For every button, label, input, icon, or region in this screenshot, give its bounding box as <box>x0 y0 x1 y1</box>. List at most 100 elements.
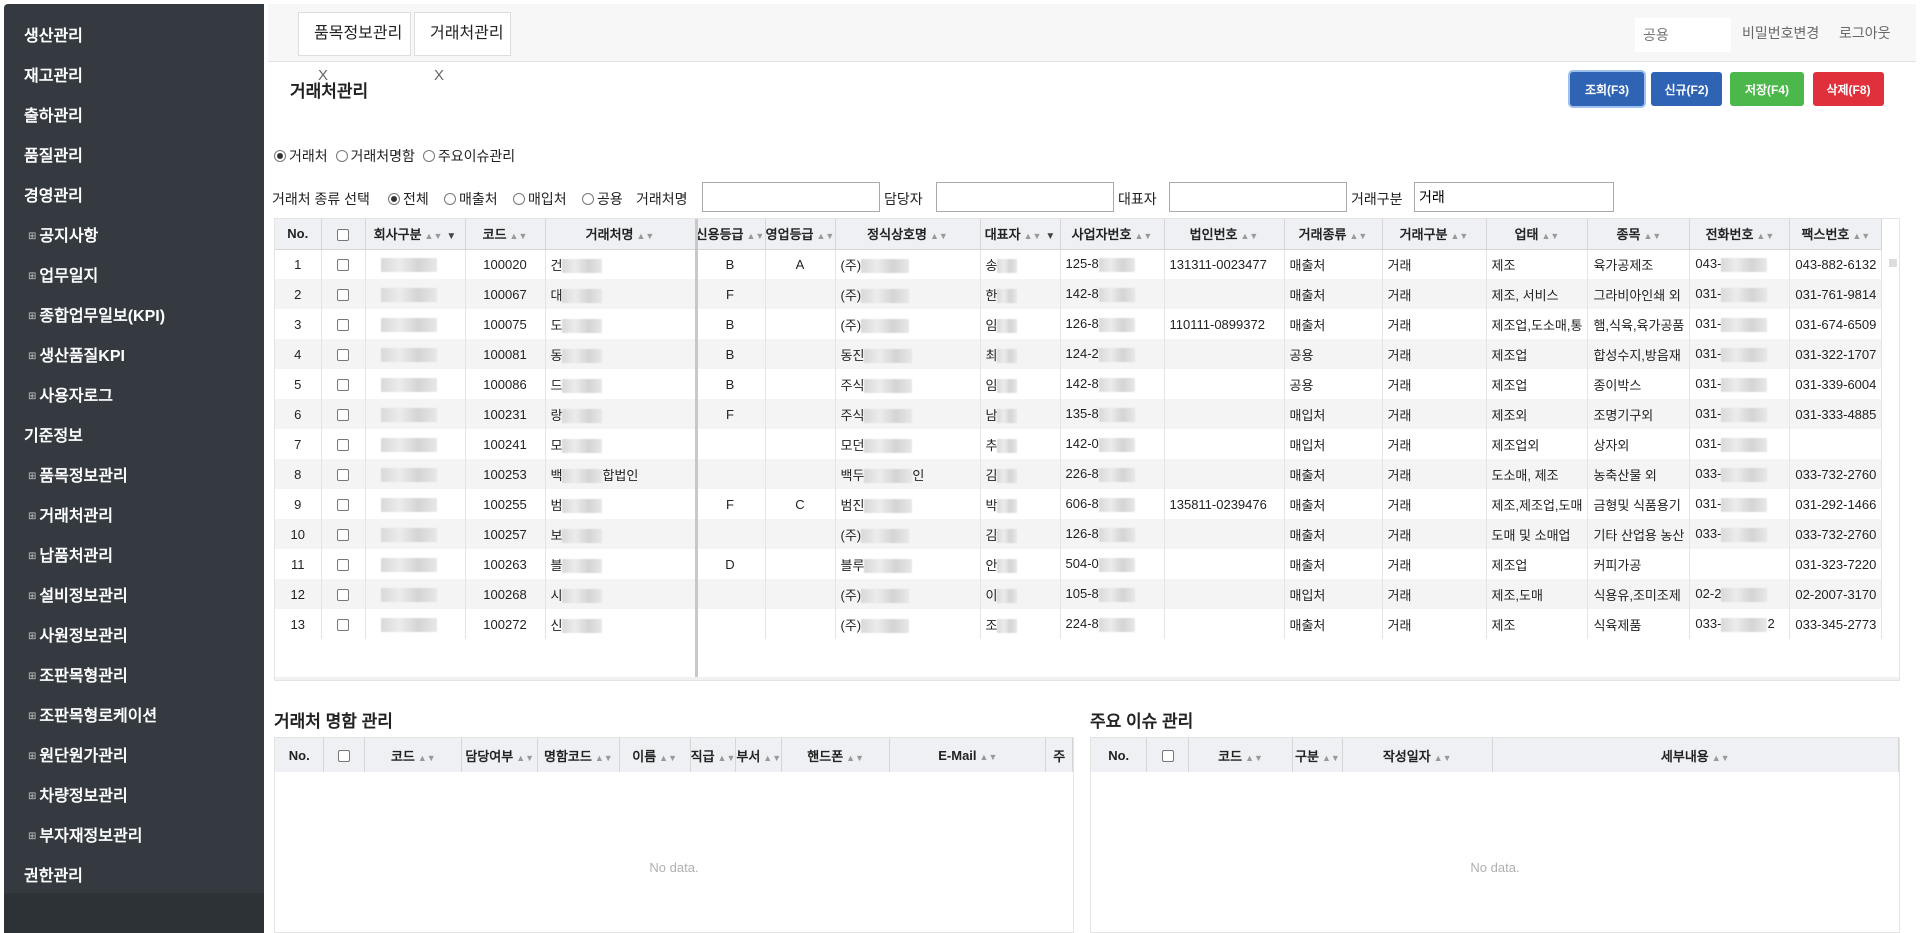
horizontal-scrollbar[interactable] <box>275 677 1899 680</box>
sort-icon[interactable]: ▲▼ <box>1024 231 1042 241</box>
grid-column-header[interactable] <box>1146 738 1190 772</box>
table-row[interactable]: 6 100231 랑 F 주식 남 135-8 매입처 거래 제조외 조명기구외 031- 031-33… <box>275 399 1883 429</box>
sidebar-item[interactable]: 사원정보관리 <box>4 618 264 658</box>
grid-column-header[interactable]: 종목 ▲▼ <box>1587 219 1691 250</box>
sidebar-item[interactable]: 거래처관리 <box>4 498 264 538</box>
type-radio-purchase[interactable]: 매입처 <box>513 189 567 209</box>
grid-column-header[interactable]: 전화번호 ▲▼ <box>1689 219 1791 250</box>
sort-icon[interactable]: ▲▼ <box>1350 231 1368 241</box>
sidebar-item[interactable]: 생산관리 <box>4 18 264 58</box>
frozen-column-divider[interactable] <box>695 219 698 680</box>
row-checkbox[interactable] <box>337 439 349 452</box>
row-checkbox[interactable] <box>337 499 349 512</box>
sidebar-item[interactable]: 출하관리 <box>4 98 264 138</box>
new-button[interactable]: 신규(F2) <box>1651 72 1722 106</box>
grid-column-header[interactable]: 팩스번호 ▲▼ <box>1789 219 1883 250</box>
grid-column-header[interactable]: 명함코드 ▲▼ <box>537 738 620 772</box>
sidebar-item[interactable]: 공지사항 <box>4 218 264 258</box>
tab-item-info[interactable]: 품목정보관리X <box>298 12 411 84</box>
save-button[interactable]: 저장(F4) <box>1730 72 1804 106</box>
sidebar-item[interactable]: 품질관리 <box>4 138 264 178</box>
row-checkbox[interactable] <box>337 319 349 332</box>
row-checkbox[interactable] <box>337 349 349 362</box>
grid-column-header[interactable]: 거래종류 ▲▼ <box>1284 219 1383 250</box>
row-checkbox[interactable] <box>337 289 349 302</box>
grid-column-header[interactable]: 세부내용 ▲▼ <box>1492 738 1899 772</box>
grid-column-header[interactable]: 작성일자 ▲▼ <box>1342 738 1493 772</box>
grid-column-header[interactable]: 담당여부 ▲▼ <box>461 738 539 772</box>
grid-column-header[interactable]: 구분 ▲▼ <box>1292 738 1343 772</box>
sidebar-item[interactable]: 생산품질KPI <box>4 338 264 378</box>
sidebar-item[interactable]: 권한관리 <box>4 858 264 898</box>
tab-close-icon[interactable]: X <box>434 67 444 84</box>
grid-column-header[interactable]: 정식상호명 ▲▼ <box>835 219 981 250</box>
logout-link[interactable]: 로그아웃 <box>1839 16 1891 50</box>
table-row[interactable]: 13 100272 신 (주) 조 224-8 매출처 거래 제조 식육제품 033- 2 033-34… <box>275 609 1883 639</box>
sidebar-item[interactable]: 차량정보관리 <box>4 778 264 818</box>
row-checkbox[interactable] <box>337 559 349 572</box>
sort-icon[interactable]: ▲▼ <box>1542 231 1560 241</box>
sort-icon[interactable]: ▲▼ <box>1643 231 1661 241</box>
row-checkbox[interactable] <box>337 529 349 542</box>
sidebar-item[interactable]: 원단원가관리 <box>4 738 264 778</box>
mode-radio-client[interactable]: 거래처 <box>274 148 330 164</box>
delete-button[interactable]: 삭제(F8) <box>1813 72 1884 106</box>
client-name-input[interactable] <box>702 182 880 212</box>
sort-icon[interactable]: ▲▼ <box>747 231 765 241</box>
type-radio-shared[interactable]: 공용 <box>582 189 623 209</box>
sidebar-item[interactable]: 업무일지 <box>4 258 264 298</box>
table-row[interactable]: 10 100257 보 (주) 김 126-8 매출처 거래 도매 및 소매업 기타 산업용 농산… <box>275 519 1883 549</box>
sidebar-item[interactable]: 품목정보관리 <box>4 458 264 498</box>
sort-icon[interactable]: ▲▼ <box>1712 753 1730 763</box>
table-row[interactable]: 8 100253 백 합법인 백두 인 김 226-8 매출처 거래 도소매, 제조 농축산물 외 03… <box>275 459 1883 489</box>
grid-column-header[interactable]: 핸드폰 ▲▼ <box>781 738 891 772</box>
vertical-scrollbar[interactable] <box>1889 259 1897 267</box>
grid-column-header[interactable]: 회사구분 ▲▼ ▼ <box>365 219 466 250</box>
sidebar-item[interactable]: 조판목형관리 <box>4 658 264 698</box>
row-checkbox[interactable] <box>337 619 349 632</box>
grid-column-header[interactable]: No. <box>275 738 325 772</box>
select-all-checkbox[interactable] <box>337 228 349 241</box>
row-checkbox[interactable] <box>337 379 349 392</box>
grid-column-header[interactable]: 신용등급 ▲▼ <box>695 219 766 250</box>
tab-client-management[interactable]: 거래처관리 X <box>414 12 511 84</box>
grid-column-header[interactable] <box>323 738 366 772</box>
sort-icon[interactable]: ▲▼ <box>595 753 613 763</box>
table-row[interactable]: 2 100067 대 F (주) 한 142-8 매출처 거래 제조, 서비스 그라비아인쇄 외 03… <box>275 279 1883 309</box>
grid-column-header[interactable]: 거래처명 ▲▼ <box>545 219 696 250</box>
sidebar-item[interactable]: 기준정보 <box>4 418 264 458</box>
sort-icon[interactable]: ▲▼ <box>846 753 864 763</box>
row-checkbox[interactable] <box>337 469 349 482</box>
sort-icon[interactable]: ▲▼ <box>1852 231 1870 241</box>
sort-icon[interactable]: ▲▼ <box>980 752 998 762</box>
sort-icon[interactable]: ▲▼ <box>930 231 948 241</box>
sort-icon[interactable]: ▲▼ <box>516 753 534 763</box>
grid-column-header[interactable]: No. <box>275 219 322 250</box>
shared-input[interactable] <box>1635 18 1731 52</box>
sort-icon[interactable]: ▲▼ <box>510 231 528 241</box>
table-row[interactable]: 9 100255 범 F C 범진 박 606-8 135811-0239476 매출처 거래 제조,… <box>275 489 1883 519</box>
sidebar-item[interactable]: 설비정보관리 <box>4 578 264 618</box>
sort-icon[interactable]: ▲▼ <box>817 231 835 241</box>
grid-column-header[interactable]: 코드 ▲▼ <box>364 738 463 772</box>
sidebar-item[interactable]: 사용자로그 <box>4 378 264 418</box>
sidebar-item[interactable]: 부자재정보관리 <box>4 818 264 858</box>
filter-icon[interactable]: ▼ <box>1045 231 1055 242</box>
ceo-input[interactable] <box>1169 182 1347 212</box>
sort-icon[interactable]: ▲▼ <box>1245 753 1263 763</box>
grid-column-header[interactable]: 직급 ▲▼ <box>690 738 737 772</box>
grid-column-header[interactable]: 영업등급 ▲▼ <box>765 219 836 250</box>
sort-icon[interactable]: ▲▼ <box>763 753 780 763</box>
table-row[interactable]: 12 100268 시 (주) 이 105-8 매입처 거래 제조,도매 식용유,조미조제 02-2… <box>275 579 1883 609</box>
sort-icon[interactable]: ▲▼ <box>1434 753 1452 763</box>
table-row[interactable]: 7 100241 모 모던 추 142-0 매입처 거래 제조업외 상자외 031- <box>275 429 1883 459</box>
grid-column-header[interactable]: 코드 ▲▼ <box>465 219 546 250</box>
sidebar-item[interactable]: 조판목형로케이션 <box>4 698 264 738</box>
table-row[interactable]: 5 100086 드 B 주식 임 142-8 공용 거래 제조업 종이박스 031- 031-339-… <box>275 369 1883 399</box>
sort-icon[interactable]: ▲▼ <box>659 753 677 763</box>
type-radio-sales[interactable]: 매출처 <box>444 189 498 209</box>
type-radio-all[interactable]: 전체 <box>388 189 429 209</box>
sort-icon[interactable]: ▲▼ <box>718 753 735 763</box>
table-row[interactable]: 3 100075 도 B (주) 임 126-8 110111-0899372 매출처 거래 제조업… <box>275 309 1883 339</box>
row-checkbox[interactable] <box>337 259 349 272</box>
